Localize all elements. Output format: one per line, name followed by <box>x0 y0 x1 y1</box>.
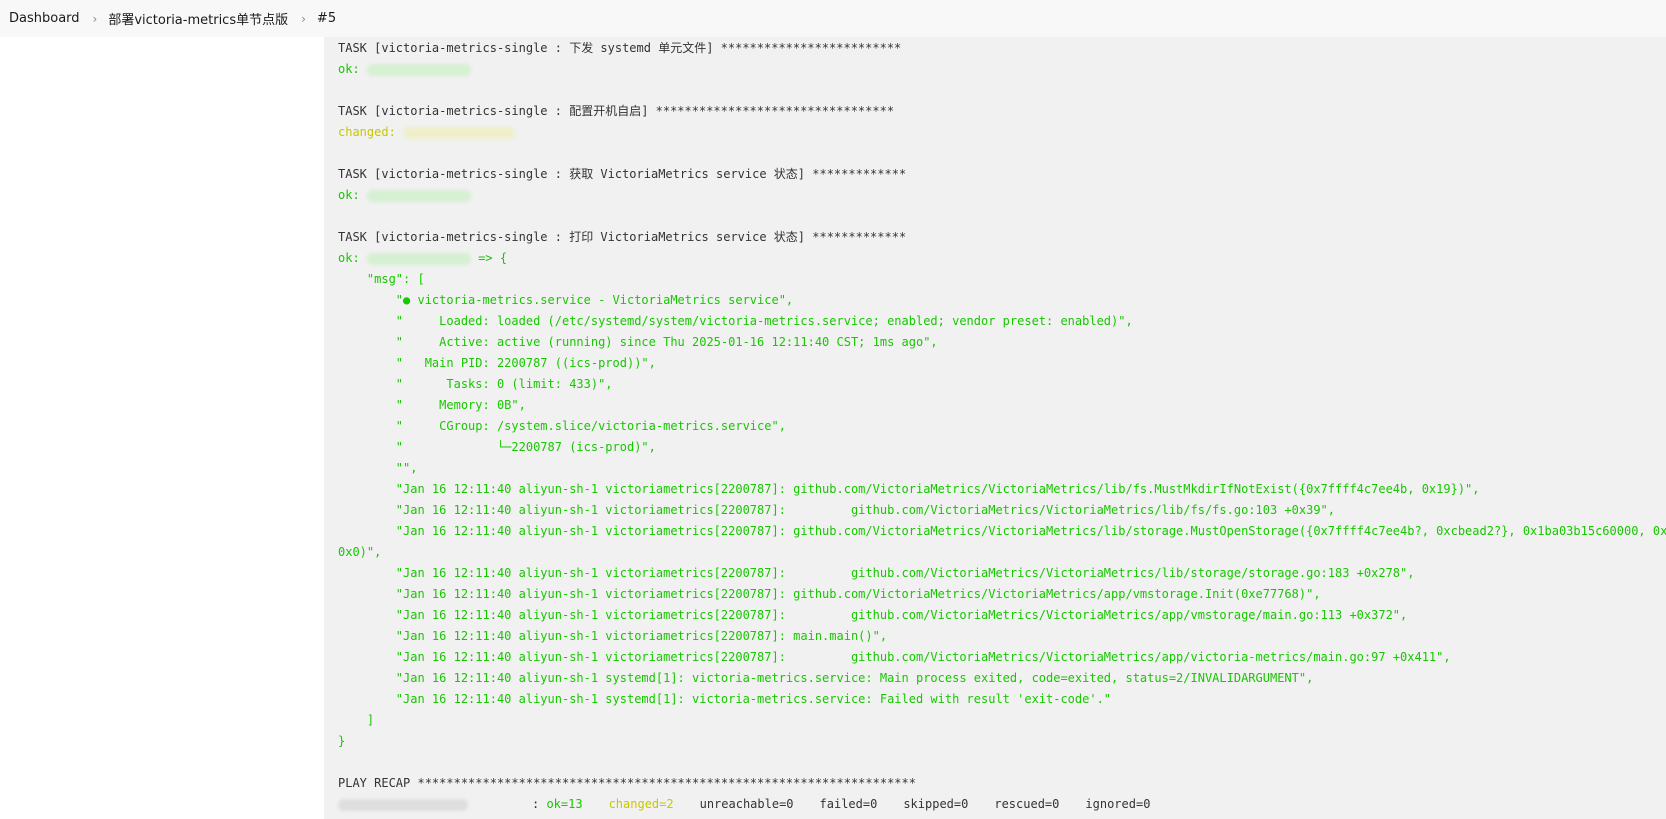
msg-line: 0x0)", <box>338 545 382 559</box>
msg-line: "Jan 16 12:11:40 aliyun-sh-1 victoriamet… <box>338 650 1451 664</box>
msg-line: "Jan 16 12:11:40 aliyun-sh-1 victoriamet… <box>338 524 1666 538</box>
recap-colon: : <box>532 797 547 811</box>
redacted-host <box>366 252 471 265</box>
msg-line: "Jan 16 12:11:40 aliyun-sh-1 victoriamet… <box>338 629 888 643</box>
recap-unreachable: unreachable=0 <box>699 797 794 811</box>
msg-line: " └─2200787 (ics-prod)", <box>338 440 656 454</box>
msg-line: "Jan 16 12:11:40 aliyun-sh-1 victoriamet… <box>338 587 1321 601</box>
task-header: TASK [victoria-metrics-single : 配置开机自启] … <box>338 104 895 118</box>
msg-line: " Main PID: 2200787 ((ics-prod))", <box>338 356 656 370</box>
chevron-right-icon: › <box>301 11 306 26</box>
msg-close: ] <box>338 713 375 727</box>
msg-line: "Jan 16 12:11:40 aliyun-sh-1 victoriamet… <box>338 503 1335 517</box>
status-changed: changed: <box>338 125 396 139</box>
task-result: ok: => { <box>338 248 1666 269</box>
msg-line: "● victoria-metrics.service - VictoriaMe… <box>338 293 794 307</box>
result-arrow: => { <box>470 251 508 265</box>
msg-line: "", <box>338 461 418 475</box>
msg-line: "Jan 16 12:11:40 aliyun-sh-1 systemd[1]:… <box>338 692 1112 706</box>
recap-skipped: skipped=0 <box>903 797 969 811</box>
play-recap-row: : ok=13 changed=2 unreachable=0 failed=0 ski… <box>338 794 1666 815</box>
task-result: changed: <box>338 122 1666 143</box>
msg-line: " Tasks: 0 (limit: 433)", <box>338 377 613 391</box>
msg-line: " CGroup: /system.slice/victoria-metrics… <box>338 419 786 433</box>
msg-line: "Jan 16 12:11:40 aliyun-sh-1 victoriamet… <box>338 608 1408 622</box>
recap-ignored: ignored=0 <box>1085 797 1151 811</box>
sidebar <box>0 37 324 819</box>
redacted-host <box>366 63 471 76</box>
msg-line: " Memory: 0B", <box>338 398 526 412</box>
recap-ok: ok=13 <box>546 797 583 811</box>
recap-failed: failed=0 <box>819 797 878 811</box>
status-ok: ok: <box>338 62 360 76</box>
redacted-host <box>366 189 471 202</box>
breadcrumb: Dashboard › 部署victoria-metrics单节点版 › #5 <box>0 0 1666 37</box>
msg-line: " Loaded: loaded (/etc/systemd/system/vi… <box>338 314 1133 328</box>
msg-line: "Jan 16 12:11:40 aliyun-sh-1 victoriamet… <box>338 482 1480 496</box>
status-ok: ok: <box>338 188 360 202</box>
recap-rescued: rescued=0 <box>994 797 1060 811</box>
breadcrumb-build[interactable]: #5 <box>317 11 336 26</box>
breadcrumb-dashboard[interactable]: Dashboard <box>9 11 80 26</box>
msg-line: " Active: active (running) since Thu 202… <box>338 335 938 349</box>
task-result: ok: <box>338 185 1666 206</box>
task-header: TASK [victoria-metrics-single : 获取 Victo… <box>338 167 907 181</box>
msg-open: "msg": [ <box>338 272 425 286</box>
play-recap-header: PLAY RECAP *****************************… <box>338 776 916 790</box>
redacted-host <box>403 126 516 139</box>
task-header: TASK [victoria-metrics-single : 打印 Victo… <box>338 230 907 244</box>
chevron-right-icon: › <box>92 11 98 26</box>
msg-line: "Jan 16 12:11:40 aliyun-sh-1 systemd[1]:… <box>338 671 1314 685</box>
msg-line: "Jan 16 12:11:40 aliyun-sh-1 victoriamet… <box>338 566 1415 580</box>
console-output: TASK [victoria-metrics-single : 下发 syste… <box>324 37 1666 819</box>
task-header: TASK [victoria-metrics-single : 下发 syste… <box>338 41 902 55</box>
task-result: ok: <box>338 59 1666 80</box>
breadcrumb-job[interactable]: 部署victoria-metrics单节点版 <box>108 9 288 28</box>
status-ok: ok: <box>338 251 360 265</box>
obj-close: } <box>338 734 346 748</box>
recap-changed: changed=2 <box>608 797 674 811</box>
redacted-host <box>338 798 468 811</box>
